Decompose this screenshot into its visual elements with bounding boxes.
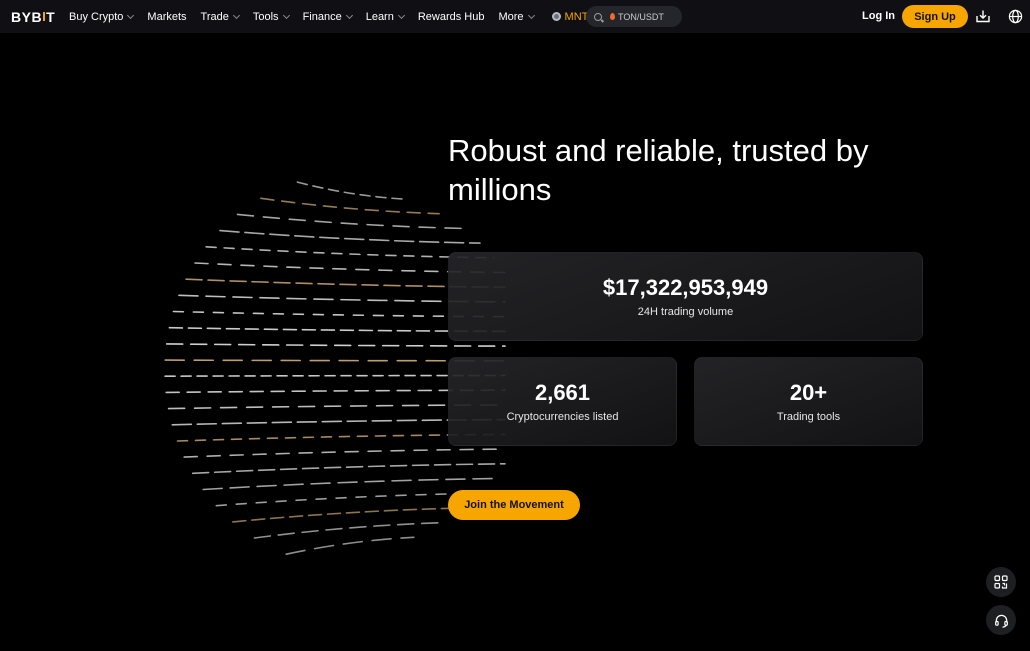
nav-item-label: Buy Crypto: [69, 10, 124, 23]
stat-label: Trading tools: [776, 411, 841, 423]
stat-card-cryptocurrencies: 2,661 Cryptocurrencies listed: [448, 357, 677, 446]
nav-item-label: Finance: [302, 10, 342, 23]
support-button[interactable]: [986, 605, 1016, 635]
globe-dash-line: [165, 343, 506, 347]
stat-card-trading-volume: $17,322,953,949 24H trading volume: [448, 252, 923, 341]
chevron-down-icon: [282, 11, 290, 19]
stat-label: 24H trading volume: [637, 306, 734, 318]
login-button[interactable]: Log In: [862, 10, 895, 22]
mnt-token-icon: [551, 12, 561, 21]
globe-dash-line: [260, 197, 440, 215]
chevron-down-icon: [232, 11, 240, 19]
globe-dash-line: [285, 536, 415, 555]
nav-menu: Buy Crypto Markets Trade Tools Finance L…: [69, 0, 588, 33]
nav-item-more[interactable]: More: [498, 10, 535, 23]
stat-card-trading-tools: 20+ Trading tools: [694, 357, 923, 446]
chevron-down-icon: [345, 11, 353, 19]
mnt-token-link[interactable]: MNT: [551, 10, 589, 23]
join-the-movement-button[interactable]: Join the Movement: [448, 490, 580, 520]
mnt-label: MNT: [564, 10, 589, 23]
globe-dash-line: [191, 463, 506, 475]
nav-item-label: Learn: [365, 10, 394, 23]
nav-item-label: Rewards Hub: [417, 10, 485, 23]
globe-icon[interactable]: [1008, 9, 1023, 24]
nav-item-rewards-hub[interactable]: Rewards Hub: [418, 11, 485, 23]
stat-value: 20+: [789, 380, 828, 405]
chevron-down-icon: [397, 11, 405, 19]
page: BYB T Buy Crypto Markets Trade Tools Fina…: [0, 0, 1030, 651]
qr-code-button[interactable]: [986, 567, 1016, 597]
download-icon[interactable]: [976, 9, 990, 23]
hero-headline: Robust and reliable, trusted by millions: [448, 133, 869, 207]
nav-item-learn[interactable]: Learn: [365, 10, 405, 23]
globe-dash-line: [219, 229, 481, 244]
globe-dash-line: [183, 448, 506, 458]
stat-label: Cryptocurrencies listed: [506, 411, 619, 423]
search-input[interactable]: TON/USDT: [586, 6, 682, 27]
nav-item-trade[interactable]: Trade: [200, 10, 240, 23]
search-icon: [594, 12, 602, 21]
globe-dash-line: [232, 507, 468, 523]
nav-item-label: Trade: [200, 10, 229, 23]
nav-item-markets[interactable]: Markets: [147, 11, 186, 23]
fire-icon: [610, 13, 615, 20]
globe-dash-line: [253, 521, 447, 539]
signup-button[interactable]: Sign Up: [902, 5, 968, 28]
stat-value: $17,322,953,949: [602, 275, 769, 300]
globe-dash-line: [236, 213, 464, 230]
bybit-logo[interactable]: BYB T: [11, 9, 55, 25]
search-value: TON/USDT: [618, 11, 664, 22]
globe-dash-line: [202, 477, 498, 491]
headset-icon: [994, 614, 1008, 628]
qr-code-icon: [994, 575, 1008, 589]
globe-dash-line: [296, 181, 404, 200]
chevron-down-icon: [127, 11, 135, 19]
globe-dash-line: [215, 492, 485, 507]
nav-item-label: Tools: [252, 10, 279, 23]
stat-value: 2,661: [534, 380, 591, 405]
nav-item-tools[interactable]: Tools: [252, 10, 290, 23]
nav-item-finance[interactable]: Finance: [302, 10, 353, 23]
top-navbar: BYB T Buy Crypto Markets Trade Tools Fina…: [0, 0, 1030, 33]
nav-item-buy-crypto[interactable]: Buy Crypto: [69, 10, 135, 23]
nav-item-label: More: [498, 10, 524, 23]
chevron-down-icon: [527, 11, 535, 19]
nav-item-label: Markets: [147, 10, 187, 23]
